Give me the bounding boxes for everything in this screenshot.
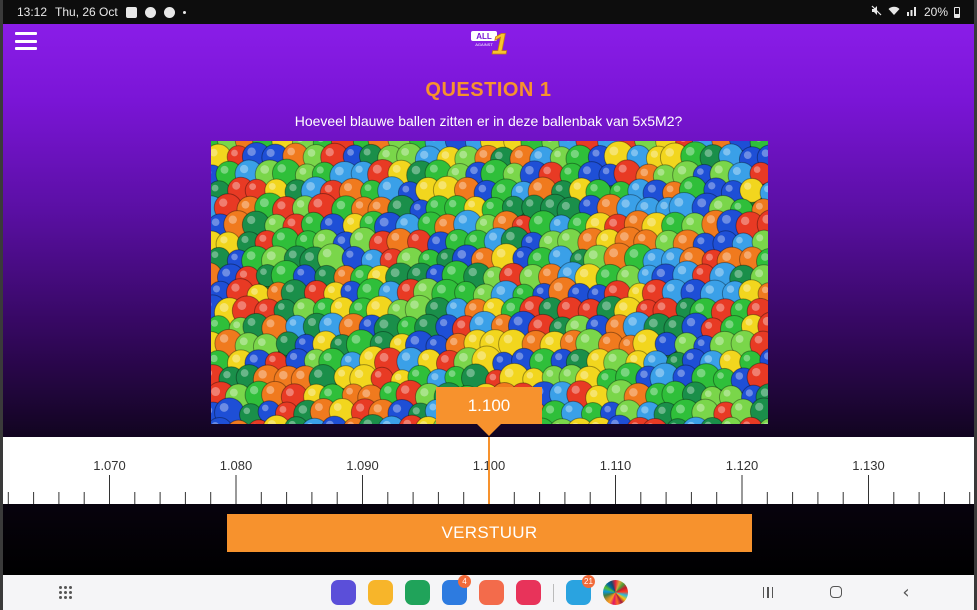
recent-apps-icon[interactable] [759, 583, 777, 601]
system-nav-bar: 4 21 ‹ [3, 575, 974, 610]
camera-app-icon[interactable] [516, 580, 541, 605]
dot-icon [182, 10, 186, 14]
contacts-app-icon[interactable] [479, 580, 504, 605]
messages-icon [144, 6, 156, 18]
phone-app-icon[interactable] [405, 580, 430, 605]
gallery-icon [125, 6, 137, 18]
messages-app-icon[interactable]: 4 [442, 575, 471, 605]
notification-badge: 4 [458, 575, 471, 588]
logo-numeral: 1 [492, 28, 509, 58]
app-dock: 4 21 [331, 575, 628, 605]
battery-icon [954, 6, 960, 18]
logo-subtext: AGAINST [475, 42, 493, 47]
ruler-tick-label: 1.110 [600, 458, 632, 473]
dock-separator [553, 583, 554, 602]
telegram-app-icon[interactable]: 21 [566, 575, 595, 605]
signal-icon [906, 5, 918, 19]
status-time: 13:12 [17, 5, 48, 19]
ruler-tick-label: 1.070 [93, 458, 126, 473]
question-text: Hoeveel blauwe ballen zitten er in deze … [294, 113, 683, 129]
slider-value-bubble: 1.100 [436, 387, 542, 424]
ball-pit-photo [211, 141, 768, 424]
internet-app-icon[interactable] [331, 580, 356, 605]
ruler-tick-label: 1.090 [346, 458, 379, 473]
chat-icon [163, 6, 175, 18]
battery-percent: 20% [923, 5, 948, 19]
mute-icon [871, 5, 882, 19]
files-app-icon[interactable] [368, 580, 393, 605]
slider-value-pointer [477, 424, 501, 436]
notification-badge: 21 [582, 575, 595, 588]
ruler-tick-label: 1.080 [220, 458, 253, 473]
quiz-screen: ALL AGAINST 1 QUESTION 1 Hoeveel blauwe … [3, 24, 974, 575]
logo-text: ALL [476, 32, 492, 41]
number-slider-ruler[interactable]: 1.0701.0801.0901.1001.1101.1201.130 [3, 437, 974, 504]
device-frame: 13:12 Thu, 26 Oct 20% ALL AGAINST 1 QUES… [0, 0, 977, 610]
status-bar: 13:12 Thu, 26 Oct 20% [3, 0, 974, 24]
goals-app-icon[interactable] [603, 580, 628, 605]
ruler-tick-label: 1.120 [726, 458, 759, 473]
submit-button[interactable]: VERSTUUR [227, 514, 752, 552]
app-drawer-icon[interactable] [59, 586, 73, 599]
home-icon[interactable] [829, 583, 843, 601]
wifi-icon [888, 5, 900, 19]
ruler-tick-label: 1.130 [852, 458, 885, 473]
back-icon[interactable]: ‹ [899, 582, 913, 603]
hamburger-menu-icon[interactable] [15, 32, 37, 50]
question-title: QUESTION 1 [425, 79, 552, 101]
app-logo: ALL AGAINST 1 [469, 24, 511, 61]
status-date: Thu, 26 Oct [55, 5, 118, 19]
